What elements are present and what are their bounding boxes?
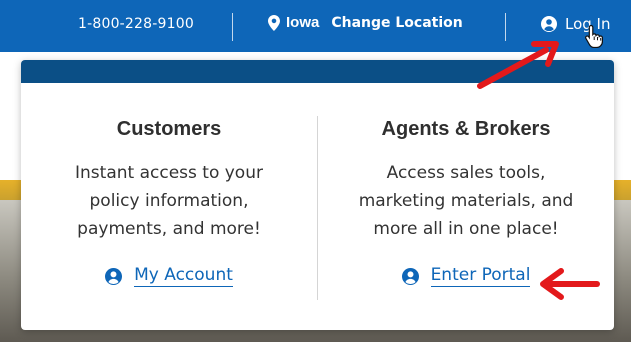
- agents-brokers-description: Access sales tools, marketing materials,…: [358, 163, 574, 239]
- enter-portal-link[interactable]: Enter Portal: [401, 265, 531, 287]
- user-circle-icon: [541, 16, 557, 32]
- customers-section: Customers Instant access to your policy …: [21, 118, 317, 289]
- user-circle-icon: [105, 267, 123, 285]
- agents-brokers-section: Agents & Brokers Access sales tools, mar…: [318, 118, 614, 289]
- annotation-arrow-icon: [477, 41, 559, 89]
- current-location-state: Iowa: [286, 14, 320, 31]
- user-circle-icon: [401, 267, 419, 285]
- change-location-link[interactable]: Change Location: [331, 15, 462, 31]
- topbar-divider: [505, 13, 506, 41]
- enter-portal-label: Enter Portal: [430, 265, 531, 287]
- annotation-arrow-icon: [540, 268, 600, 300]
- map-pin-icon: [268, 14, 280, 31]
- agents-brokers-title: Agents & Brokers: [381, 118, 551, 140]
- my-account-link[interactable]: My Account: [105, 265, 233, 287]
- location-selector[interactable]: Iowa Change Location: [268, 14, 463, 31]
- topbar-divider: [232, 13, 233, 41]
- customers-title: Customers: [116, 118, 222, 140]
- phone-number-link[interactable]: 1-800-228-9100: [78, 16, 194, 32]
- hand-pointer-icon: [585, 24, 603, 48]
- customers-description: Instant access to your policy informatio…: [75, 163, 263, 239]
- login-dropdown-panel: Customers Instant access to your policy …: [21, 60, 614, 330]
- my-account-label: My Account: [134, 265, 233, 287]
